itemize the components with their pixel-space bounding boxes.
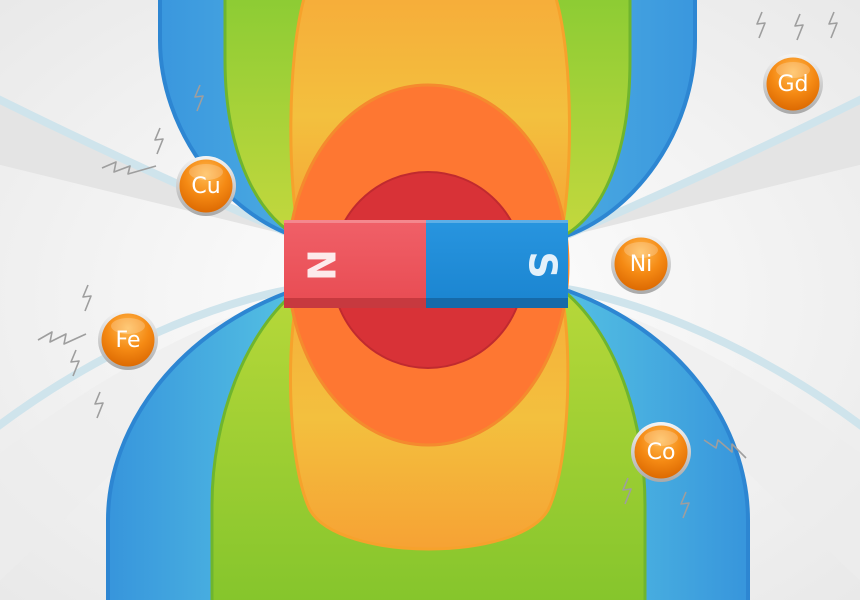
element-symbol: Fe xyxy=(116,328,141,353)
element-symbol: Gd xyxy=(777,72,808,97)
element-gd: Gd xyxy=(763,54,823,114)
element-cu: Cu xyxy=(176,156,236,216)
north-label: N xyxy=(299,249,343,281)
element-co: Co xyxy=(631,422,691,482)
element-ni: Ni xyxy=(611,234,671,294)
element-symbol: Co xyxy=(647,440,676,465)
magnetic-field-scene: N S Cu Fe Ni Co Gd xyxy=(0,0,860,600)
bar-magnet: N S xyxy=(284,220,568,308)
element-symbol: Ni xyxy=(630,252,653,277)
element-fe: Fe xyxy=(98,310,158,370)
south-label: S xyxy=(521,251,565,278)
element-symbol: Cu xyxy=(191,174,220,199)
magnetic-field-diagram: N S Cu Fe Ni Co Gd xyxy=(0,0,860,600)
